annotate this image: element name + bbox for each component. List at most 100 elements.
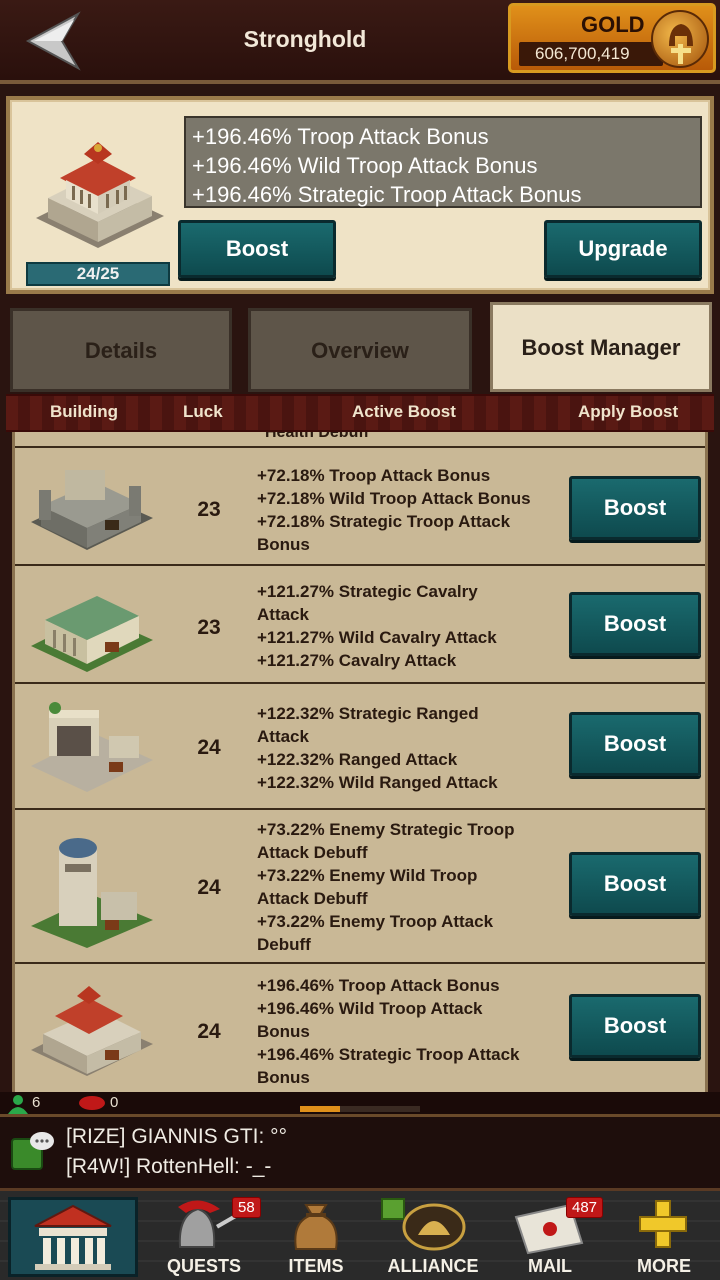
nav-more[interactable]: MORE xyxy=(610,1195,718,1280)
bonus-line: +196.46% Troop Attack Bonus xyxy=(192,124,489,149)
effect-line: +122.32% Strategic Ranged xyxy=(257,704,479,723)
effect-line: +196.46% Strategic Troop Attack xyxy=(257,1045,520,1064)
bonus-line: +196.46% Strategic Troop Attack Bonus xyxy=(192,182,582,207)
effect-line: +121.27% Strategic Cavalry xyxy=(257,582,478,601)
page-indicator xyxy=(300,1106,420,1112)
table-row: 24 +73.22% Enemy Strategic Troop Attack … xyxy=(15,812,705,964)
active-boost-text: +196.46% Troop Attack Bonus +196.46% Wil… xyxy=(257,974,577,1089)
building-panel: 24/25 +196.46% Troop Attack Bonus +196.4… xyxy=(6,96,714,294)
nav-label: MORE xyxy=(637,1256,691,1276)
cavalry-building-icon xyxy=(25,576,159,676)
quests-badge: 58 xyxy=(232,1197,261,1218)
gold-label: GOLD xyxy=(581,12,645,37)
effect-line: Bonus xyxy=(257,535,310,554)
partial-row xyxy=(15,432,705,448)
effect-line: Debuff xyxy=(257,935,311,954)
effect-line: +73.22% Enemy Troop Attack xyxy=(257,912,494,931)
table-row: 24 +196.46% Troop Attack Bonus +196.46% … xyxy=(15,966,705,1092)
plus-icon xyxy=(639,1200,687,1248)
gold-balance[interactable]: GOLD 606,700,419 xyxy=(508,3,716,73)
nav-label: QUESTS xyxy=(166,1256,241,1276)
active-boost-text: +73.22% Enemy Strategic Troop Attack Deb… xyxy=(257,818,577,956)
fortress-building-icon xyxy=(25,456,159,556)
luck-value: 24 xyxy=(197,1020,221,1043)
tower-building-icon xyxy=(25,830,159,950)
city-hall-icon xyxy=(34,1204,112,1270)
nav-mail[interactable]: 487 MAIL xyxy=(496,1195,604,1280)
nav-quests[interactable]: 58 QUESTS xyxy=(150,1195,261,1280)
stronghold-building-icon xyxy=(25,980,159,1080)
chat-message: [RIZE] GIANNIS GTI: °° xyxy=(66,1125,287,1148)
items-bag-icon xyxy=(294,1204,338,1250)
page-title: Stronghold xyxy=(243,26,367,52)
effect-line: Attack xyxy=(257,605,309,624)
chat-message: [R4W!] RottenHell: -_- xyxy=(66,1155,272,1178)
row-boost-button[interactable]: Boost xyxy=(569,592,701,656)
chat-preview[interactable]: [RIZE] GIANNIS GTI: °° [R4W!] RottenHell… xyxy=(0,1114,720,1188)
luck-value: 24 xyxy=(197,736,221,759)
effect-line: +73.22% Enemy Strategic Troop xyxy=(257,820,515,839)
effect-line: +72.18% Strategic Troop Attack xyxy=(257,512,511,531)
row-boost-button[interactable]: Boost xyxy=(569,712,701,776)
players-online-count: 6 xyxy=(32,1094,41,1111)
column-building: Building xyxy=(50,402,118,421)
mail-badge: 487 xyxy=(566,1197,604,1218)
active-boost-text: +121.27% Strategic Cavalry Attack +121.2… xyxy=(257,580,577,672)
tab-details[interactable]: Details xyxy=(10,308,232,392)
nav-label: ALLIANCE xyxy=(387,1256,479,1276)
effect-line: +72.18% Troop Attack Bonus xyxy=(257,466,491,485)
effect-line: +122.32% Ranged Attack xyxy=(257,750,458,769)
column-luck: Luck xyxy=(183,402,223,421)
effect-line: Bonus xyxy=(257,1068,310,1087)
building-bonus-box: +196.46% Troop Attack Bonus +196.46% Wil… xyxy=(184,116,702,208)
alliance-online-count: 0 xyxy=(110,1094,119,1111)
stronghold-building-icon xyxy=(26,128,172,258)
ranged-building-icon xyxy=(25,696,159,796)
row-boost-button[interactable]: Boost xyxy=(569,852,701,916)
column-active-boost: Active Boost xyxy=(352,402,456,421)
nav-alliance[interactable]: ALLIANCE xyxy=(378,1195,488,1280)
boost-button[interactable]: Boost xyxy=(178,220,336,278)
column-header: Building Luck Active Boost Apply Boost xyxy=(6,394,714,432)
chat-bubble-icon[interactable] xyxy=(10,1129,56,1175)
active-boost-text: +122.32% Strategic Ranged Attack +122.32… xyxy=(257,702,577,794)
column-apply-boost: Apply Boost xyxy=(578,402,679,421)
table-row: 23 +72.18% Troop Attack Bonus +72.18% Wi… xyxy=(15,450,705,566)
effect-line: Attack xyxy=(257,727,309,746)
gold-coin-icon[interactable] xyxy=(651,10,709,68)
effect-line: +72.18% Wild Troop Attack Bonus xyxy=(257,489,531,508)
effect-line: Attack Debuff xyxy=(257,889,368,908)
back-arrow-icon[interactable] xyxy=(22,10,86,72)
effect-line: +121.27% Wild Cavalry Attack xyxy=(257,628,497,647)
luck-value: 24 xyxy=(197,876,221,899)
effect-line: +121.27% Cavalry Attack xyxy=(257,651,457,670)
nav-items[interactable]: ITEMS xyxy=(262,1195,370,1280)
upgrade-button[interactable]: Upgrade xyxy=(544,220,702,278)
tab-bar: Details Overview Boost Manager xyxy=(0,298,720,394)
row-boost-button[interactable]: Boost xyxy=(569,476,701,540)
luck-value: 23 xyxy=(197,616,221,639)
active-boost-text: +72.18% Troop Attack Bonus +72.18% Wild … xyxy=(257,464,577,556)
effect-line: +196.46% Wild Troop Attack xyxy=(257,999,483,1018)
effect-line: +122.32% Wild Ranged Attack xyxy=(257,773,498,792)
row-boost-button[interactable]: Boost xyxy=(569,994,701,1058)
nav-home-button[interactable] xyxy=(8,1197,138,1277)
online-status-bar: 6 0 xyxy=(0,1092,720,1114)
nav-label: ITEMS xyxy=(288,1256,344,1276)
table-row: 23 +121.27% Strategic Cavalry Attack +12… xyxy=(15,568,705,684)
top-header: Stronghold GOLD 606,700,419 xyxy=(0,0,720,84)
effect-line: Bonus xyxy=(257,1022,310,1041)
table-row: 24 +122.32% Strategic Ranged Attack +122… xyxy=(15,686,705,810)
bottom-nav: 58 QUESTS ITEMS ALLIANCE 487 MAIL MORE xyxy=(0,1188,720,1280)
effect-line: Attack Debuff xyxy=(257,843,368,862)
building-level: 24/25 xyxy=(26,262,170,286)
alliance-chat-icon xyxy=(78,1095,106,1116)
tab-boost-manager[interactable]: Boost Manager xyxy=(490,302,712,392)
tab-overview[interactable]: Overview xyxy=(248,308,472,392)
bonus-line: +196.46% Wild Troop Attack Bonus xyxy=(192,153,538,178)
alliance-shield-icon xyxy=(381,1198,466,1251)
gold-value: 606,700,419 xyxy=(519,42,663,66)
effect-line: +73.22% Enemy Wild Troop xyxy=(257,866,478,885)
effect-line: +196.46% Troop Attack Bonus xyxy=(257,976,500,995)
boost-list[interactable]: Health Debuff 23 +72.18% Troop Attack Bo… xyxy=(12,432,708,1092)
